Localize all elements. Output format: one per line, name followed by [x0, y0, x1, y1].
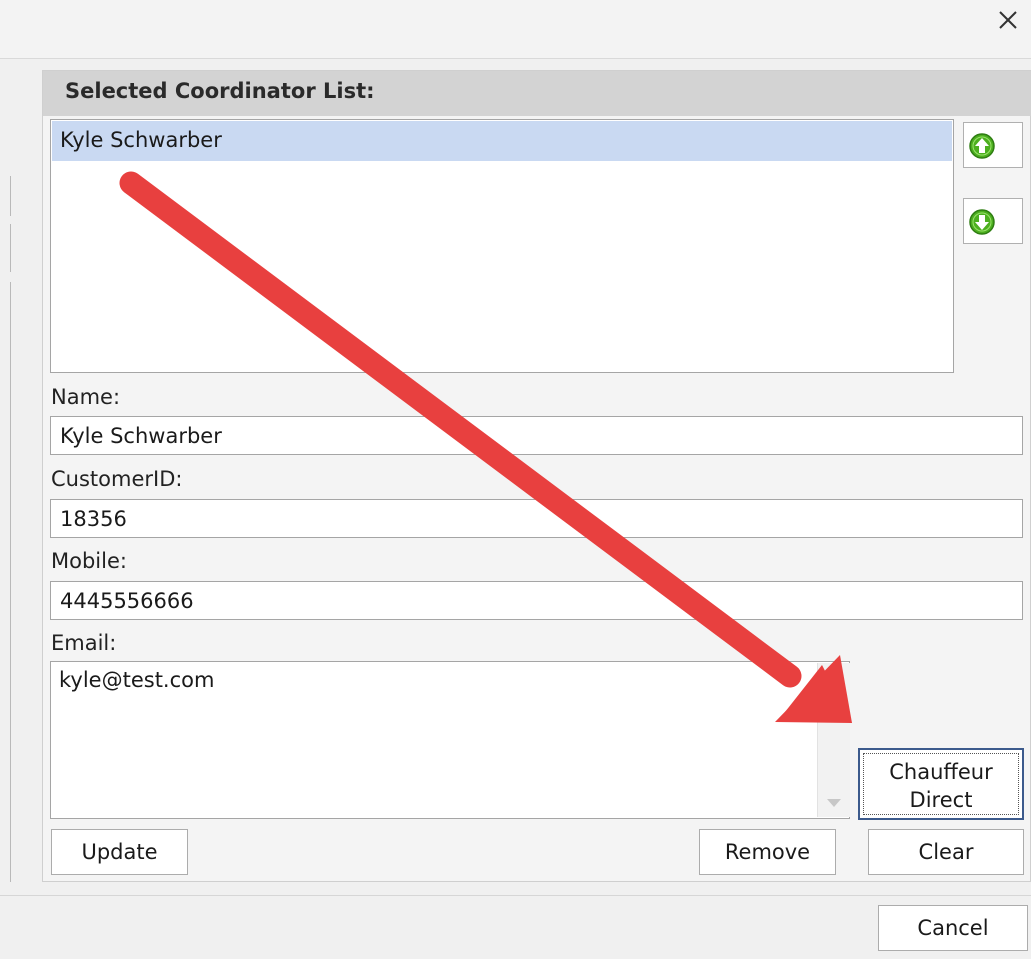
- list-item-selected[interactable]: Kyle Schwarber: [52, 121, 952, 161]
- arrow-down-circle-icon: [969, 209, 995, 235]
- dialog-title-bar: [0, 0, 1031, 59]
- scroll-down-icon[interactable]: [827, 799, 841, 807]
- clear-button[interactable]: Clear: [868, 829, 1024, 875]
- update-button[interactable]: Update: [51, 829, 188, 875]
- name-field[interactable]: [50, 416, 1023, 455]
- scroll-up-icon[interactable]: [827, 673, 841, 681]
- customer-id-label: CustomerID:: [51, 467, 183, 491]
- move-up-button[interactable]: [963, 122, 1023, 168]
- cancel-button[interactable]: Cancel: [878, 905, 1028, 951]
- footer-divider: [0, 895, 1031, 896]
- chauffeur-label-line1: Chauffeur: [889, 760, 993, 784]
- close-button[interactable]: [990, 2, 1026, 38]
- customer-id-field[interactable]: [50, 499, 1023, 538]
- chauffeur-direct-button[interactable]: Chauffeur Direct: [858, 748, 1024, 820]
- left-panel-edge: [0, 282, 11, 882]
- close-icon: [999, 11, 1017, 29]
- mobile-label: Mobile:: [51, 549, 127, 573]
- email-scrollbar[interactable]: [817, 663, 850, 817]
- group-title: Selected Coordinator List:: [65, 79, 375, 103]
- coordinator-group-header: Selected Coordinator List:: [43, 71, 1031, 116]
- chauffeur-label-line2: Direct: [909, 788, 973, 812]
- arrow-up-circle-icon: [969, 133, 995, 159]
- mobile-field[interactable]: [50, 581, 1023, 620]
- remove-button[interactable]: Remove: [699, 829, 836, 875]
- list-item-label: Kyle Schwarber: [60, 128, 222, 152]
- move-down-button[interactable]: [963, 198, 1023, 244]
- coordinator-list[interactable]: Kyle Schwarber: [50, 119, 954, 373]
- email-label: Email:: [51, 631, 117, 655]
- left-panel-edge: [0, 224, 11, 272]
- left-panel-edge: [0, 176, 11, 216]
- name-label: Name:: [51, 385, 121, 409]
- email-field[interactable]: kyle@test.com: [50, 661, 850, 819]
- email-value: kyle@test.com: [59, 668, 215, 692]
